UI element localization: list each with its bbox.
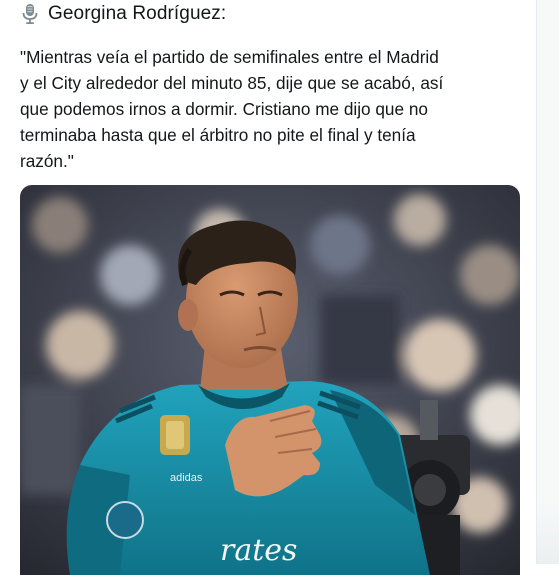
author-name: Georgina Rodríguez:	[48, 3, 226, 25]
microphone-icon	[20, 3, 40, 25]
adidas-logo: adidas	[170, 472, 203, 484]
right-gutter	[536, 0, 559, 564]
tweet-header: Georgina Rodríguez:	[20, 2, 226, 26]
tweet-photo[interactable]: adidas rates	[20, 185, 520, 575]
tweet-card: Georgina Rodríguez: "Mientras veía el pa…	[0, 0, 536, 564]
jersey-sponsor-text: rates	[220, 533, 297, 568]
tweet-text: "Mientras veía el partido de semifinales…	[20, 44, 530, 174]
